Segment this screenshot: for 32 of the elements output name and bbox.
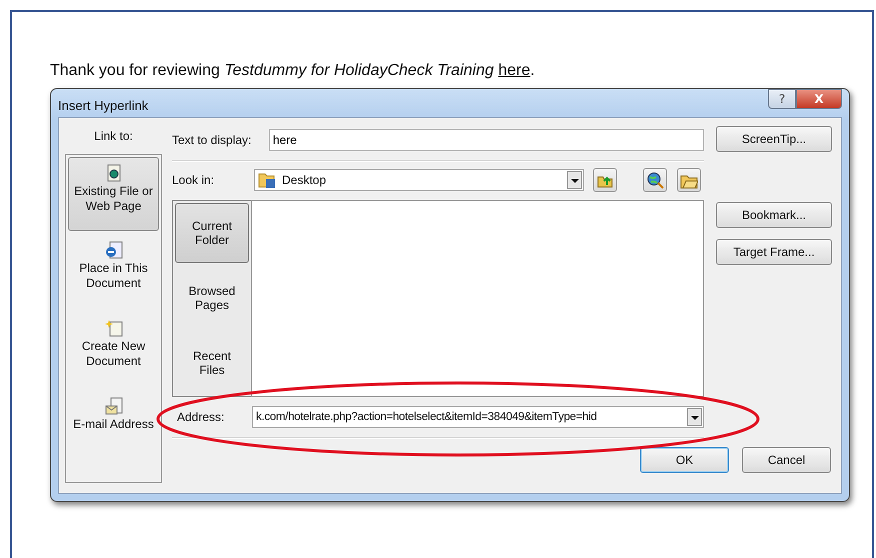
close-button[interactable]: X bbox=[796, 89, 842, 109]
link-type-button[interactable]: Place in This Document bbox=[68, 235, 159, 309]
text-to-display-field[interactable]: here bbox=[268, 129, 704, 151]
file-list[interactable] bbox=[251, 200, 704, 397]
address-label: Address: bbox=[176, 410, 226, 424]
dialog-button[interactable]: OK bbox=[640, 447, 729, 473]
link-type-button[interactable]: Existing File or Web Page bbox=[68, 157, 159, 231]
side-button[interactable]: Target Frame... bbox=[716, 239, 832, 265]
address-field[interactable]: k.com/hotelrate.php?action=hotelselect&itemId=384049&itemType=hid bbox=[252, 406, 704, 428]
folder-icon bbox=[258, 171, 276, 189]
side-button[interactable]: Bookmark... bbox=[716, 202, 832, 228]
side-button[interactable]: ScreenTip... bbox=[716, 126, 832, 152]
window-title: Insert Hyperlink bbox=[58, 97, 148, 113]
view-tab[interactable]: Recent Files bbox=[175, 332, 249, 394]
link-to-label: Link to: bbox=[93, 128, 134, 145]
link-type-button[interactable]: Create New Document bbox=[68, 313, 159, 387]
toolbar-button[interactable] bbox=[643, 168, 667, 192]
intro-sentence: Thank you for reviewing Testdummy for HolidayCheck Training here. bbox=[50, 62, 536, 80]
look-in-dropdown[interactable]: Desktop bbox=[254, 169, 584, 191]
look-in-label: Look in: bbox=[172, 173, 216, 187]
view-tab[interactable]: Browsed Pages bbox=[175, 266, 249, 328]
document-icon bbox=[104, 241, 122, 259]
view-tab[interactable]: Current Folder bbox=[175, 203, 249, 263]
link[interactable]: here bbox=[498, 62, 530, 79]
link-type-button[interactable]: E-mail Address bbox=[68, 391, 159, 465]
text-to-display-label: Text to display: bbox=[172, 133, 252, 147]
document-icon bbox=[104, 164, 122, 182]
dialog-button[interactable]: Cancel bbox=[742, 447, 831, 473]
globe-search-icon bbox=[646, 171, 664, 189]
new-document-icon bbox=[104, 319, 122, 337]
help-button[interactable]: ? bbox=[768, 89, 796, 109]
envelope-icon bbox=[104, 397, 122, 415]
